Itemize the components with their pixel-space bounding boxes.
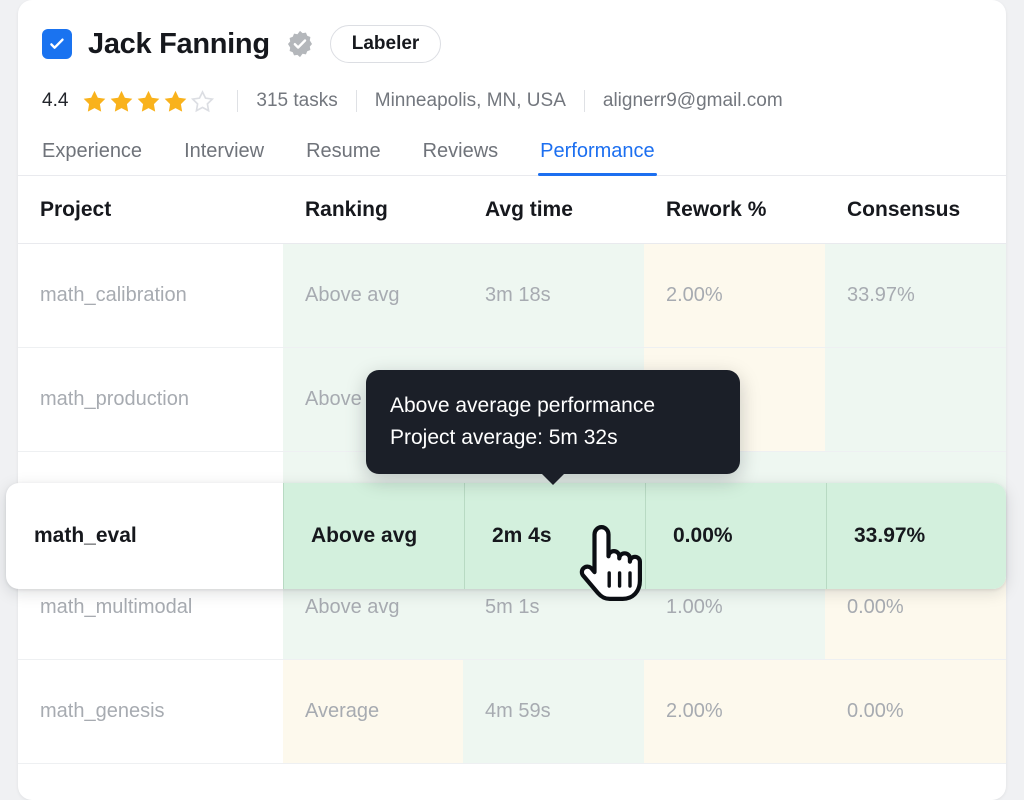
page-title: Jack Fanning (88, 27, 270, 60)
column-header-ranking: Ranking (305, 197, 388, 221)
column-header-rework: Rework % (666, 197, 767, 221)
cell-rework: 2.00% (644, 244, 825, 347)
cell-avg-time[interactable]: 2m 4s (464, 483, 645, 589)
performance-tooltip: Above average performance Project averag… (366, 370, 740, 485)
cell-rework: 2.00% (644, 660, 825, 763)
star-filled-icon (111, 90, 133, 112)
column-header-project: Project (40, 197, 112, 221)
column-header-avg-time: Avg time (485, 197, 573, 221)
meta-divider (355, 90, 357, 112)
tab-interview[interactable]: Interview (184, 140, 264, 175)
profile-meta: 4.4 315 tasks Minneapolis, MN, USA align… (42, 80, 982, 122)
cell-ranking[interactable]: Above avg (283, 483, 464, 589)
select-profile-checkbox[interactable] (42, 29, 72, 59)
rating-stars (82, 89, 215, 114)
cell-project: math_calibration (40, 284, 187, 306)
star-empty-icon (191, 89, 215, 112)
star-filled-icon (138, 90, 160, 112)
cell-avg-time: 3m 18s (463, 244, 644, 347)
cell-rework[interactable]: 0.00% (645, 483, 826, 589)
role-badge[interactable]: Labeler (329, 25, 442, 63)
cell-consensus: 33.97% (825, 244, 1006, 347)
tab-reviews[interactable]: Reviews (423, 140, 499, 175)
cell-consensus: 0.00% (825, 660, 1006, 763)
tab-performance[interactable]: Performance (538, 140, 657, 176)
cell-ranking: Average (283, 660, 463, 763)
location-text: Minneapolis, MN, USA (374, 90, 566, 111)
highlighted-table-row[interactable]: math_eval Above avg 2m 4s 0.00% 33.97% (6, 483, 1006, 589)
column-header-consensus: Consensus (847, 197, 961, 221)
verified-badge-icon (287, 30, 312, 58)
table-header-row: Project Ranking Avg time Rework % Consen… (18, 176, 1006, 244)
cell-project: math_eval (34, 524, 137, 547)
table-row[interactable]: math_calibration Above avg 3m 18s 2.00% … (18, 244, 1006, 348)
star-filled-icon (84, 90, 106, 112)
tooltip-arrow (541, 473, 565, 485)
screen: Jack Fanning Labeler 4.4 315 tasks Minne… (0, 0, 1024, 800)
email-text: alignerr9@gmail.com (602, 90, 783, 111)
cell-project: math_genesis (40, 700, 165, 722)
cell-avg-time: 4m 59s (463, 660, 644, 763)
tooltip-line-2: Project average: 5m 32s (390, 426, 618, 449)
cell-ranking: Above avg (283, 244, 463, 347)
meta-divider (237, 90, 239, 112)
star-filled-icon (165, 90, 187, 112)
name-row: Jack Fanning Labeler (42, 22, 982, 66)
profile-tabs: Experience Interview Resume Reviews Perf… (18, 128, 1006, 176)
table-row[interactable]: math_genesis Average 4m 59s 2.00% 0.00% (18, 660, 1006, 764)
meta-divider (583, 90, 585, 112)
profile-header: Jack Fanning Labeler 4.4 315 tasks Minne… (18, 0, 1006, 122)
tab-experience[interactable]: Experience (42, 140, 142, 175)
cell-project: math_production (40, 388, 189, 410)
task-count: 315 tasks (256, 90, 338, 111)
cell-consensus (825, 348, 1006, 451)
cell-consensus[interactable]: 33.97% (826, 483, 1006, 589)
rating-value: 4.4 (42, 90, 69, 111)
tooltip-line-1: Above average performance (390, 394, 655, 417)
tab-resume[interactable]: Resume (306, 140, 380, 175)
